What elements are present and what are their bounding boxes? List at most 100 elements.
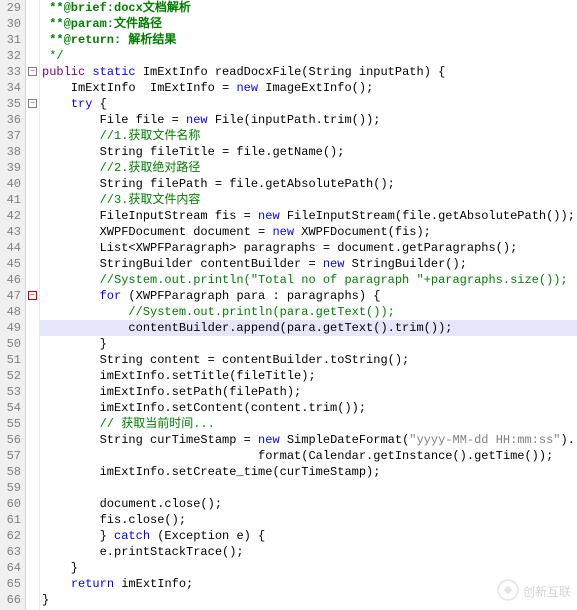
code-line[interactable]: } catch (Exception e) { <box>40 528 577 544</box>
line-number: 38 <box>0 144 21 160</box>
line-number: 54 <box>0 400 21 416</box>
code-token: new <box>258 433 280 447</box>
code-token: imExtInfo.setTitle(fileTitle); <box>42 369 316 383</box>
code-line[interactable]: fis.close(); <box>40 512 577 528</box>
code-line[interactable]: //System.out.println(para.getText()); <box>40 304 577 320</box>
code-line[interactable]: FileInputStream fis = new FileInputStrea… <box>40 208 577 224</box>
line-number: 61 <box>0 512 21 528</box>
code-line[interactable]: //System.out.println("Total no of paragr… <box>40 272 577 288</box>
line-number: 50 <box>0 336 21 352</box>
watermark: 创新互联 <box>497 579 571 604</box>
code-token: */ <box>42 49 64 63</box>
code-token: return <box>71 577 114 591</box>
code-token: //3.获取文件内容 <box>42 193 200 207</box>
code-token: "yyyy-MM-dd HH:mm:ss" <box>409 433 560 447</box>
code-line[interactable]: imExtInfo.setTitle(fileTitle); <box>40 368 577 384</box>
line-number: 41 <box>0 192 21 208</box>
code-token: { <box>92 97 106 111</box>
code-area[interactable]: **@brief:docx文档解析 **@param:文件路径 **@retur… <box>40 0 577 610</box>
code-line[interactable]: // 获取当前时间... <box>40 416 577 432</box>
code-line[interactable]: String filePath = file.getAbsolutePath()… <box>40 176 577 192</box>
code-token: ). <box>561 433 575 447</box>
fold-toggle-icon[interactable]: − <box>28 67 37 76</box>
code-token: (XWPFParagraph para : paragraphs) { <box>121 289 380 303</box>
code-token: catch <box>114 529 150 543</box>
code-token: String content = contentBuilder.toString… <box>42 353 409 367</box>
code-token: imExtInfo; <box>114 577 193 591</box>
line-number: 32 <box>0 48 21 64</box>
code-editor[interactable]: 2930313233343536373839404142434445464748… <box>0 0 577 610</box>
code-line[interactable]: ImExtInfo ImExtInfo = new ImageExtInfo()… <box>40 80 577 96</box>
code-line[interactable]: imExtInfo.setCreate_time(curTimeStamp); <box>40 464 577 480</box>
line-number: 34 <box>0 80 21 96</box>
code-token: //System.out.println("Total no of paragr… <box>42 273 568 287</box>
code-line[interactable]: String content = contentBuilder.toString… <box>40 352 577 368</box>
code-token: new <box>323 257 345 271</box>
line-number: 35 <box>0 96 21 112</box>
line-number: 52 <box>0 368 21 384</box>
code-line[interactable]: format(Calendar.getInstance().getTime())… <box>40 448 577 464</box>
code-line[interactable]: **@return: 解析结果 <box>40 32 577 48</box>
code-line[interactable]: } <box>40 560 577 576</box>
code-line[interactable]: */ <box>40 48 577 64</box>
code-line[interactable]: //1.获取文件名称 <box>40 128 577 144</box>
code-token: XWPFDocument(fis); <box>294 225 431 239</box>
code-line[interactable]: StringBuilder contentBuilder = new Strin… <box>40 256 577 272</box>
line-number: 53 <box>0 384 21 400</box>
code-line[interactable]: String curTimeStamp = new SimpleDateForm… <box>40 432 577 448</box>
line-number: 29 <box>0 0 21 16</box>
code-line[interactable]: //2.获取绝对路径 <box>40 160 577 176</box>
fold-toggle-icon[interactable]: − <box>28 291 37 300</box>
code-line[interactable]: List<XWPFParagraph> paragraphs = documen… <box>40 240 577 256</box>
line-number: 36 <box>0 112 21 128</box>
line-number: 46 <box>0 272 21 288</box>
code-token: format(Calendar.getInstance().getTime())… <box>42 449 553 463</box>
fold-toggle-icon[interactable]: − <box>28 99 37 108</box>
line-number: 48 <box>0 304 21 320</box>
code-token <box>42 97 71 111</box>
code-token: **@brief:docx文档解析 <box>42 1 191 15</box>
fold-column[interactable]: − − − <box>26 0 40 610</box>
code-token: (Exception e) { <box>150 529 265 543</box>
code-token: String curTimeStamp = <box>42 433 258 447</box>
code-token: StringBuilder contentBuilder = <box>42 257 323 271</box>
code-token: for <box>100 289 122 303</box>
code-line[interactable] <box>40 480 577 496</box>
line-number: 43 <box>0 224 21 240</box>
line-number-gutter: 2930313233343536373839404142434445464748… <box>0 0 26 610</box>
code-line[interactable]: for (XWPFParagraph para : paragraphs) { <box>40 288 577 304</box>
code-line[interactable]: **@param:文件路径 <box>40 16 577 32</box>
code-line[interactable]: } <box>40 336 577 352</box>
code-line[interactable]: document.close(); <box>40 496 577 512</box>
code-token: **@return: 解析结果 <box>42 33 176 47</box>
line-number: 64 <box>0 560 21 576</box>
code-token <box>42 289 100 303</box>
code-line[interactable]: //3.获取文件内容 <box>40 192 577 208</box>
code-token: new <box>186 113 208 127</box>
code-line[interactable]: **@brief:docx文档解析 <box>40 0 577 16</box>
code-token: StringBuilder(); <box>344 257 466 271</box>
code-line[interactable]: XWPFDocument document = new XWPFDocument… <box>40 224 577 240</box>
code-token: String filePath = file.getAbsolutePath()… <box>42 177 395 191</box>
code-token: new <box>258 209 280 223</box>
code-token: new <box>236 81 258 95</box>
code-token: FileInputStream(file.getAbsolutePath()); <box>280 209 575 223</box>
code-token: } <box>42 337 107 351</box>
code-token: contentBuilder.append(para.getText().tri… <box>42 321 452 335</box>
code-token: } <box>42 593 49 607</box>
code-line[interactable]: File file = new File(inputPath.trim()); <box>40 112 577 128</box>
code-line[interactable]: String fileTitle = file.getName(); <box>40 144 577 160</box>
line-number: 45 <box>0 256 21 272</box>
watermark-logo-icon <box>497 579 519 604</box>
code-line[interactable]: e.printStackTrace(); <box>40 544 577 560</box>
code-line[interactable]: imExtInfo.setContent(content.trim()); <box>40 400 577 416</box>
code-token: fis.close(); <box>42 513 186 527</box>
code-line[interactable]: public static ImExtInfo readDocxFile(Str… <box>40 64 577 80</box>
code-token: public <box>42 65 85 79</box>
code-token: //System.out.println(para.getText()); <box>42 305 395 319</box>
line-number: 66 <box>0 592 21 608</box>
code-line[interactable]: contentBuilder.append(para.getText().tri… <box>40 320 577 336</box>
code-line[interactable]: imExtInfo.setPath(filePath); <box>40 384 577 400</box>
code-line[interactable]: try { <box>40 96 577 112</box>
code-token: e.printStackTrace(); <box>42 545 244 559</box>
